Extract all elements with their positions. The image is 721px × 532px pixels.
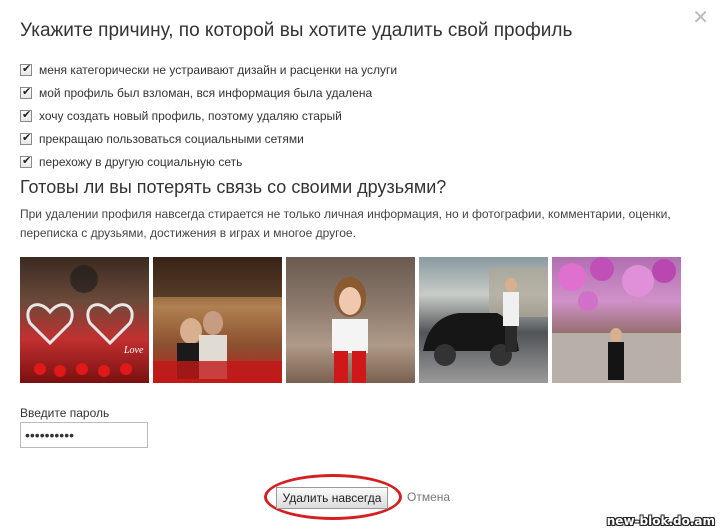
couple-photo-image bbox=[153, 257, 282, 383]
friend-photo[interactable] bbox=[419, 257, 548, 383]
friend-photo[interactable]: Love bbox=[20, 257, 149, 383]
reason-list: меня категорически не устраивают дизайн … bbox=[20, 58, 397, 173]
reason-label: меня категорически не устраивают дизайн … bbox=[39, 62, 398, 77]
password-label: Введите пароль bbox=[20, 406, 110, 420]
reason-item[interactable]: меня категорически не устраивают дизайн … bbox=[20, 58, 397, 81]
checkbox-checked[interactable] bbox=[20, 154, 32, 168]
delete-forever-button[interactable]: Удалить навсегда bbox=[276, 487, 388, 509]
friends-warning-title: Готовы ли вы потерять связь со своими др… bbox=[20, 177, 447, 197]
reason-item[interactable]: мой профиль был взломан, вся информация … bbox=[20, 81, 397, 104]
friend-photos: Love bbox=[20, 257, 681, 383]
love-text: Love bbox=[123, 345, 144, 356]
password-input[interactable] bbox=[20, 422, 148, 448]
reason-label: мой профиль был взломан, вся информация … bbox=[39, 85, 373, 100]
collage-hearts-image: Love bbox=[26, 265, 144, 377]
checkbox-checked[interactable] bbox=[20, 62, 32, 76]
checkbox-checked[interactable] bbox=[20, 131, 32, 145]
flowers-photo-image bbox=[552, 257, 681, 383]
reason-item[interactable]: перехожу в другую социальную сеть bbox=[20, 150, 397, 173]
reason-item[interactable]: хочу создать новый профиль, поэтому удал… bbox=[20, 104, 397, 127]
friend-photo[interactable] bbox=[286, 257, 415, 383]
reason-label: перехожу в другую социальную сеть bbox=[39, 154, 243, 169]
checkbox-checked[interactable] bbox=[20, 108, 32, 122]
checkbox-checked[interactable] bbox=[20, 85, 32, 99]
cancel-link[interactable]: Отмена bbox=[407, 490, 450, 504]
girl-photo-image bbox=[332, 277, 368, 383]
reason-label: прекращаю пользоваться социальными сетям… bbox=[39, 131, 304, 146]
dialog-title: Укажите причину, по которой вы хотите уд… bbox=[20, 20, 573, 41]
watermark: new-blok.do.am bbox=[606, 514, 715, 528]
reason-item[interactable]: прекращаю пользоваться социальными сетям… bbox=[20, 127, 397, 150]
friend-photo[interactable] bbox=[552, 257, 681, 383]
car-photo-image bbox=[423, 267, 548, 366]
friend-photo[interactable] bbox=[153, 257, 282, 383]
close-icon[interactable]: ✕ bbox=[692, 8, 709, 28]
friends-warning-text: При удалении профиля навсегда стирается … bbox=[20, 207, 671, 240]
reason-label: хочу создать новый профиль, поэтому удал… bbox=[39, 108, 342, 123]
